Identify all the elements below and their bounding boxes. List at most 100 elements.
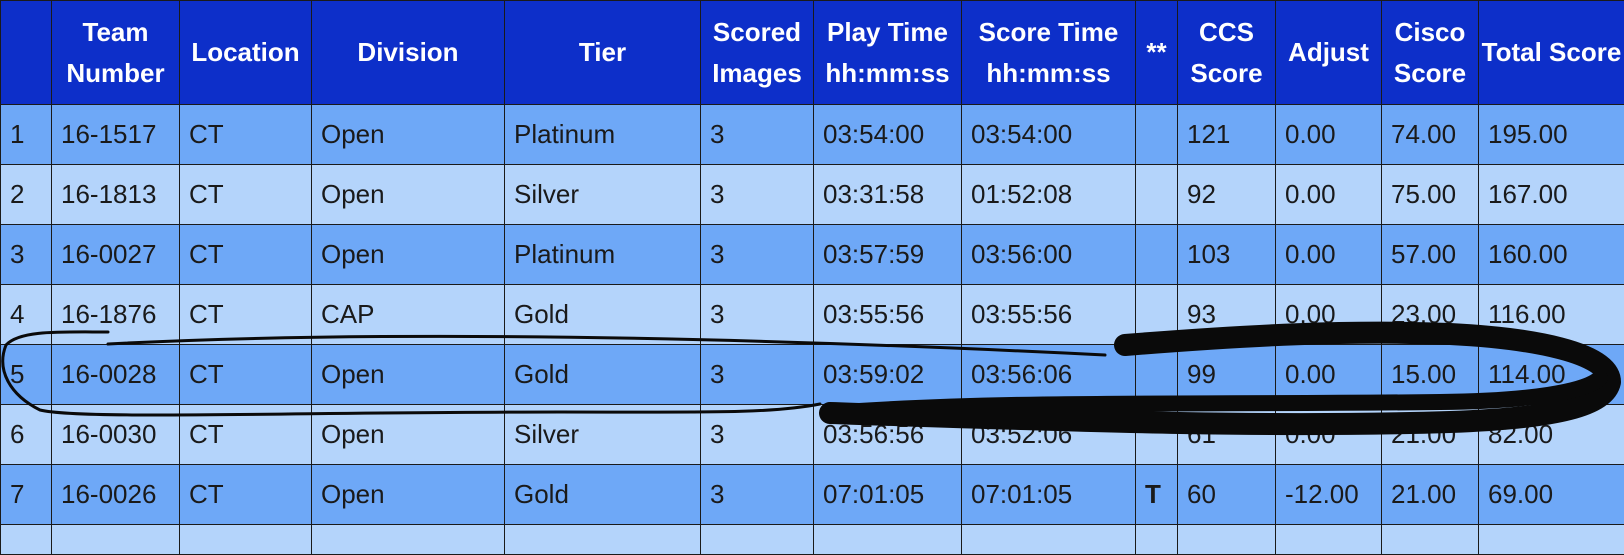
cell-adjust: -12.00 — [1276, 465, 1382, 525]
cell-play-time: 07:01:05 — [814, 465, 962, 525]
cell-total-score: 167.00 — [1479, 165, 1624, 225]
cell-scored-images: 3 — [701, 225, 814, 285]
cell-play-time: 03:57:59 — [814, 225, 962, 285]
cell-division: Open — [312, 225, 505, 285]
header-total-score[interactable]: Total Score — [1479, 1, 1624, 105]
cell-scored-images: 3 — [701, 345, 814, 405]
cell-adjust: 0.00 — [1276, 225, 1382, 285]
table-row: 6 16-0030 CT Open Silver 3 03:56:56 03:5… — [1, 405, 1624, 465]
header-play-time[interactable]: Play Time hh:mm:ss — [814, 1, 962, 105]
cell-division: Open — [312, 465, 505, 525]
cell-scored-images: 3 — [701, 105, 814, 165]
cell-division: CAP — [312, 285, 505, 345]
cell-location: CT — [180, 105, 312, 165]
cell-tier: Gold — [505, 465, 701, 525]
cell-tier: Platinum — [505, 225, 701, 285]
cell-tier: Silver — [505, 165, 701, 225]
cell-location: CT — [180, 165, 312, 225]
cell-location: CT — [180, 345, 312, 405]
cell-score-time: 03:52:06 — [962, 405, 1136, 465]
cell-cisco-score: 15.00 — [1382, 345, 1479, 405]
cell-scored-images: 3 — [701, 285, 814, 345]
cell-cisco-score: 74.00 — [1382, 105, 1479, 165]
cell-adjust: 0.00 — [1276, 345, 1382, 405]
cell-total-score: 195.00 — [1479, 105, 1624, 165]
cell-adjust: 0.00 — [1276, 165, 1382, 225]
cell-score-time: 03:56:06 — [962, 345, 1136, 405]
cell-cisco-score: 75.00 — [1382, 165, 1479, 225]
header-flag[interactable]: ** — [1136, 1, 1178, 105]
cell-cisco-score: 21.00 — [1382, 405, 1479, 465]
header-ccs-score[interactable]: CCS Score — [1178, 1, 1276, 105]
header-location[interactable]: Location — [180, 1, 312, 105]
cell-tier: Gold — [505, 285, 701, 345]
cell-cisco-score: 57.00 — [1382, 225, 1479, 285]
table-row: 4 16-1876 CT CAP Gold 3 03:55:56 03:55:5… — [1, 285, 1624, 345]
cell-score-time: 03:54:00 — [962, 105, 1136, 165]
cell-scored-images: 3 — [701, 465, 814, 525]
header-cisco-score[interactable]: Cisco Score — [1382, 1, 1479, 105]
cell-rank: 1 — [1, 105, 52, 165]
header-row: Team Number Location Division Tier Score… — [1, 1, 1624, 105]
cell-ccs-score: 121 — [1178, 105, 1276, 165]
header-team-number[interactable]: Team Number — [52, 1, 180, 105]
cell-adjust: 0.00 — [1276, 405, 1382, 465]
header-tier[interactable]: Tier — [505, 1, 701, 105]
cell-flag — [1136, 165, 1178, 225]
cell-ccs-score: 92 — [1178, 165, 1276, 225]
header-adjust[interactable]: Adjust — [1276, 1, 1382, 105]
cell-flag — [1136, 285, 1178, 345]
header-score-time[interactable]: Score Time hh:mm:ss — [962, 1, 1136, 105]
cell-tier: Platinum — [505, 105, 701, 165]
cell-cisco-score: 23.00 — [1382, 285, 1479, 345]
cell-total-score: 116.00 — [1479, 285, 1624, 345]
scoreboard-table: Team Number Location Division Tier Score… — [0, 0, 1624, 555]
cell-rank: 4 — [1, 285, 52, 345]
cell-flag — [1136, 105, 1178, 165]
cell-play-time: 03:55:56 — [814, 285, 962, 345]
cell-team-number: 16-0027 — [52, 225, 180, 285]
cell-team-number: 16-1517 — [52, 105, 180, 165]
cell-team-number: 16-1876 — [52, 285, 180, 345]
cell-location: CT — [180, 285, 312, 345]
cell-flag — [1136, 225, 1178, 285]
cell-flag — [1136, 405, 1178, 465]
table-row: 5 16-0028 CT Open Gold 3 03:59:02 03:56:… — [1, 345, 1624, 405]
header-rank[interactable] — [1, 1, 52, 105]
cell-division: Open — [312, 345, 505, 405]
cell-adjust: 0.00 — [1276, 105, 1382, 165]
table-row: 7 16-0026 CT Open Gold 3 07:01:05 07:01:… — [1, 465, 1624, 525]
cell-team-number: 16-0026 — [52, 465, 180, 525]
cell-total-score: 69.00 — [1479, 465, 1624, 525]
cell-play-time: 03:31:58 — [814, 165, 962, 225]
table-row: 2 16-1813 CT Open Silver 3 03:31:58 01:5… — [1, 165, 1624, 225]
header-division[interactable]: Division — [312, 1, 505, 105]
header-scored-images[interactable]: Scored Images — [701, 1, 814, 105]
cell-location: CT — [180, 405, 312, 465]
cell-score-time: 01:52:08 — [962, 165, 1136, 225]
cell-scored-images: 3 — [701, 405, 814, 465]
cell-rank: 6 — [1, 405, 52, 465]
cell-cisco-score: 21.00 — [1382, 465, 1479, 525]
cell-play-time: 03:59:02 — [814, 345, 962, 405]
cell-division: Open — [312, 405, 505, 465]
cell-score-time: 03:55:56 — [962, 285, 1136, 345]
cell-tier: Gold — [505, 345, 701, 405]
cell-adjust: 0.00 — [1276, 285, 1382, 345]
cell-location: CT — [180, 225, 312, 285]
cell-team-number: 16-0028 — [52, 345, 180, 405]
cell-rank: 3 — [1, 225, 52, 285]
cell-rank: 5 — [1, 345, 52, 405]
cell-total-score: 114.00 — [1479, 345, 1624, 405]
cell-flag — [1136, 345, 1178, 405]
cell-scored-images: 3 — [701, 165, 814, 225]
table-row: 1 16-1517 CT Open Platinum 3 03:54:00 03… — [1, 105, 1624, 165]
cell-score-time: 07:01:05 — [962, 465, 1136, 525]
cell-location: CT — [180, 465, 312, 525]
cell-total-score: 82.00 — [1479, 405, 1624, 465]
cell-play-time: 03:54:00 — [814, 105, 962, 165]
cell-rank: 7 — [1, 465, 52, 525]
cell-tier: Silver — [505, 405, 701, 465]
cell-team-number: 16-1813 — [52, 165, 180, 225]
cell-ccs-score: 61 — [1178, 405, 1276, 465]
